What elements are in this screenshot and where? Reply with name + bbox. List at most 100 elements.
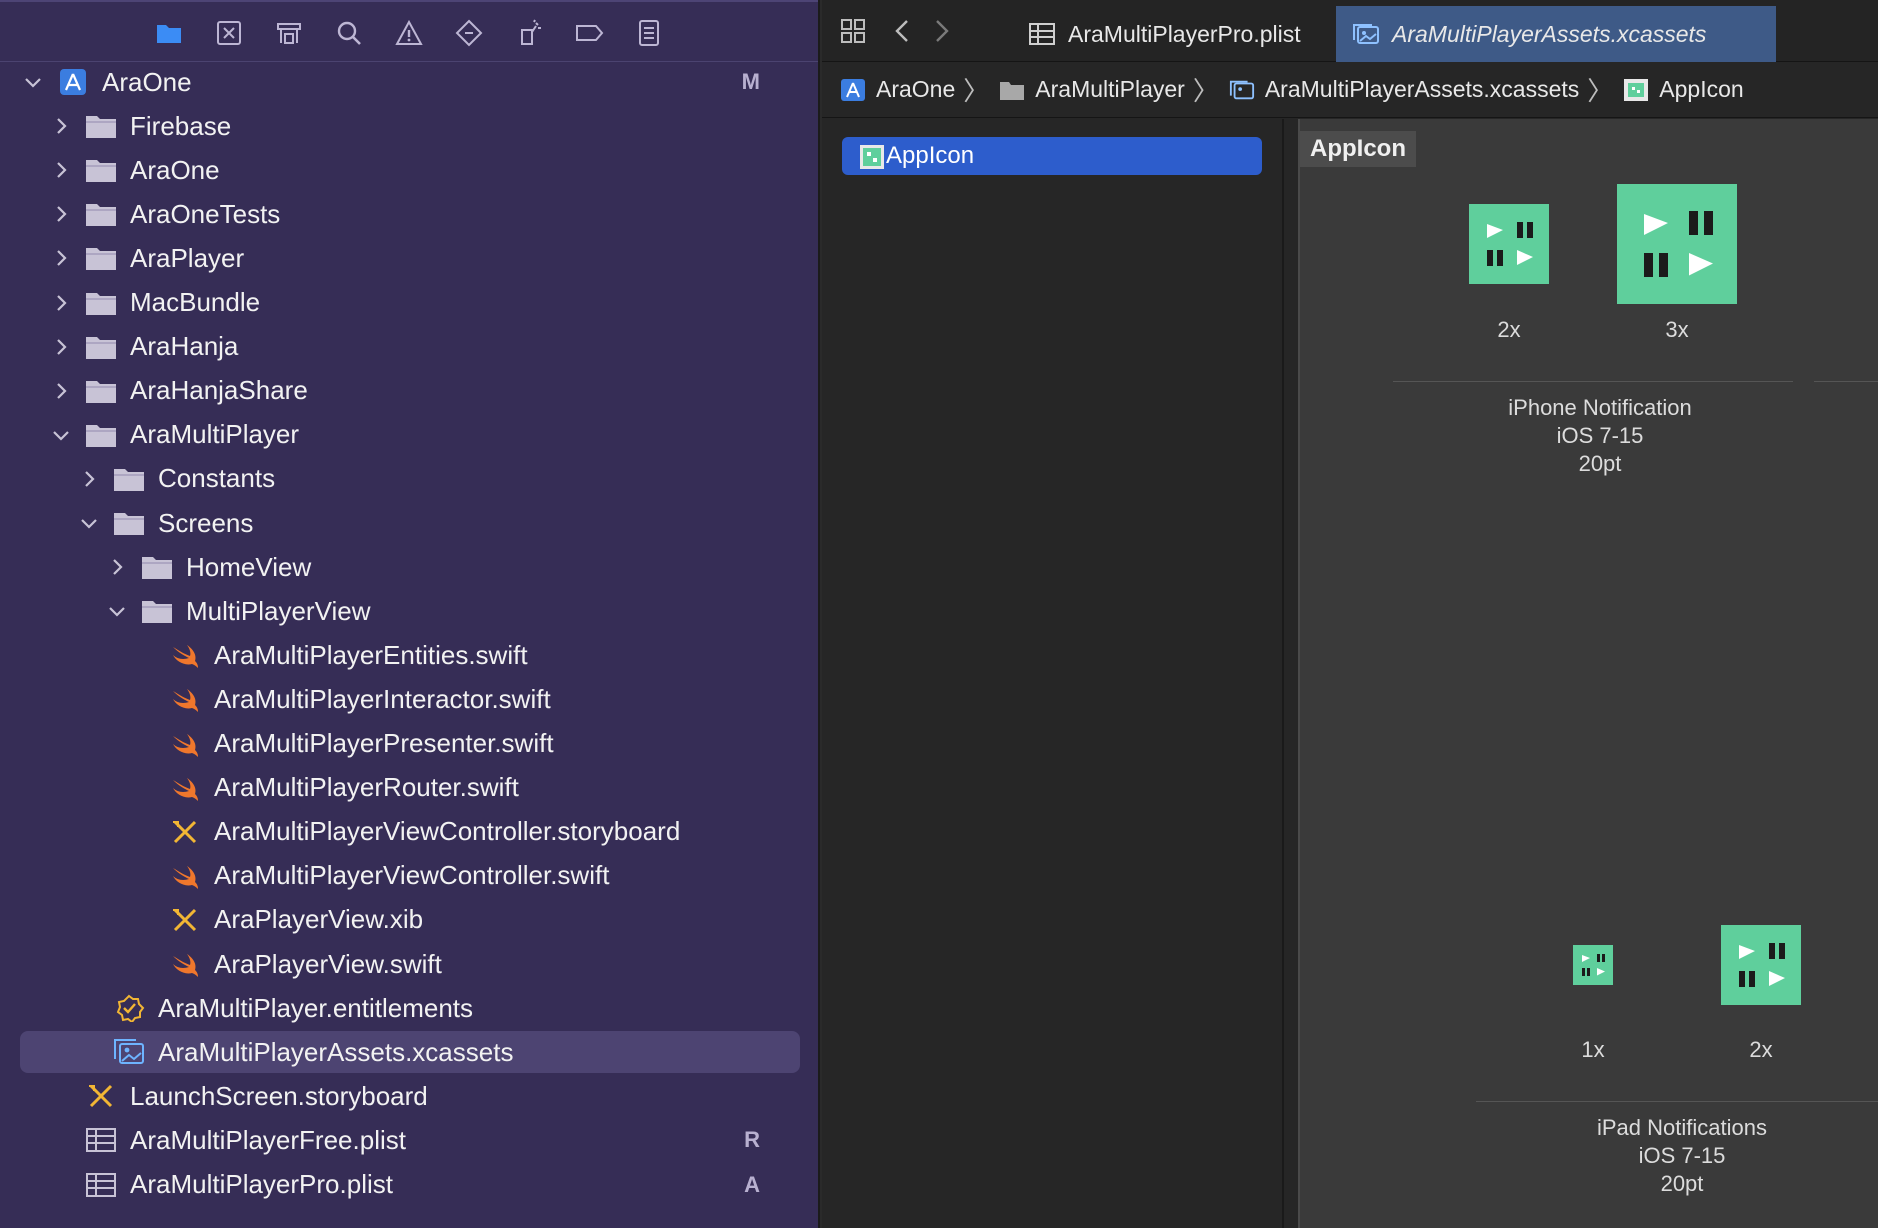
file-tree-row[interactable]: AraMultiPlayerAssets.xcassets: [20, 1031, 800, 1074]
grid-icon[interactable]: [838, 16, 868, 46]
file-tree-label: Screens: [158, 507, 254, 538]
chevron-right-icon[interactable]: [50, 247, 72, 269]
file-tree-label: AraMultiPlayerViewController.storyboard: [214, 816, 681, 847]
swift-icon: [168, 773, 202, 803]
file-tree-row[interactable]: HomeView: [106, 546, 311, 588]
breadcrumb-appicon[interactable]: AppIcon: [1623, 76, 1744, 103]
file-tree-row[interactable]: Constants: [78, 458, 275, 500]
file-tree-row[interactable]: AraMultiPlayer: [50, 414, 299, 456]
file-tree-row[interactable]: AraPlayerView.swift: [134, 943, 442, 985]
chevron-right-icon[interactable]: [50, 292, 72, 314]
chevron-right-icon[interactable]: [50, 159, 72, 181]
storyboard-icon: [84, 1081, 118, 1111]
chevron-right-icon[interactable]: [50, 203, 72, 225]
folder-icon[interactable]: [152, 16, 186, 50]
warning-icon[interactable]: [392, 16, 426, 50]
file-tree-row[interactable]: AraOne M: [22, 61, 800, 103]
chevron-right-icon[interactable]: [50, 336, 72, 358]
file-tree-label: Firebase: [130, 110, 232, 141]
file-tree-row[interactable]: AraOneTests: [50, 193, 280, 235]
plist-icon: [1029, 23, 1055, 45]
report-icon[interactable]: [632, 16, 666, 50]
folder-icon: [84, 155, 118, 185]
breadcrumb-separator: 〉: [1192, 76, 1219, 106]
breadcrumb-project[interactable]: AraOne: [840, 76, 955, 103]
icon-slot-ipad-1x[interactable]: [1573, 945, 1613, 985]
icon-slot-iphone-2x[interactable]: [1469, 204, 1549, 284]
folder-icon: [84, 376, 118, 406]
chevron-right-icon[interactable]: [78, 468, 100, 490]
appicon-icon: [1624, 78, 1649, 101]
group-divider: [1814, 381, 1878, 382]
tab-plist[interactable]: AraMultiPlayerPro.plist: [1012, 6, 1330, 62]
asset-item-label: AppIcon: [886, 142, 975, 169]
file-tree-row[interactable]: AraMultiPlayerInteractor.swift: [134, 678, 551, 720]
xcassets-icon: [1353, 24, 1379, 44]
swift-icon: [168, 861, 202, 891]
file-tree-row[interactable]: MacBundle: [50, 282, 260, 324]
file-tree-row[interactable]: Firebase: [50, 105, 231, 147]
file-tree-label: AraHanja: [130, 331, 239, 362]
file-tree-label: AraOneTests: [130, 198, 281, 229]
file-tree-row[interactable]: AraOne: [50, 149, 220, 191]
file-tree-row[interactable]: LaunchScreen.storyboard: [50, 1075, 428, 1117]
asset-item-appicon[interactable]: AppIcon: [842, 137, 1262, 175]
breakpoint-icon[interactable]: [572, 16, 606, 50]
chevron-right-icon[interactable]: [50, 380, 72, 402]
file-tree-row[interactable]: AraMultiPlayerViewController.storyboard: [134, 811, 680, 853]
test-icon[interactable]: [452, 16, 486, 50]
chevron-down-icon[interactable]: [50, 424, 72, 446]
file-tree-row[interactable]: AraHanja: [50, 326, 238, 368]
chevron-down-icon[interactable]: [78, 512, 100, 534]
search-icon[interactable]: [332, 16, 366, 50]
file-tree-row[interactable]: AraPlayerView.xib: [134, 899, 423, 941]
breadcrumb-label: AraMultiPlayerAssets.xcassets: [1264, 76, 1580, 102]
file-tree-label: AraMultiPlayerEntities.swift: [214, 639, 528, 670]
file-tree-label: Constants: [158, 463, 276, 494]
caption-device: iPad Notifications: [1597, 1115, 1767, 1140]
group-divider: [1393, 381, 1793, 382]
symbol-navigator-icon[interactable]: [272, 16, 306, 50]
debug-icon[interactable]: [512, 16, 546, 50]
file-tree-label: HomeView: [186, 551, 312, 582]
file-tree-row[interactable]: MultiPlayerView: [106, 590, 370, 632]
file-tree-row[interactable]: AraMultiPlayerViewController.swift: [134, 855, 609, 897]
file-tree-label: AraMultiPlayerPro.plist: [130, 1169, 393, 1199]
chevron-down-icon[interactable]: [22, 71, 44, 93]
file-tree-row[interactable]: AraPlayer: [50, 237, 244, 279]
breadcrumb-xcassets[interactable]: AraMultiPlayerAssets.xcassets: [1229, 76, 1579, 103]
icon-slot-iphone-3x[interactable]: [1617, 184, 1737, 304]
chevron-down-icon[interactable]: [106, 600, 128, 622]
file-tree-row[interactable]: AraHanjaShare: [50, 370, 308, 412]
file-tree-row[interactable]: AraMultiPlayerFree.plist R: [50, 1119, 800, 1161]
source-control-icon[interactable]: [212, 16, 246, 50]
icon-slot-ipad-2x[interactable]: [1721, 925, 1801, 1005]
file-tree-label: AraMultiPlayer.entitlements: [158, 992, 474, 1023]
file-tree-row[interactable]: AraMultiPlayerRouter.swift: [134, 767, 519, 809]
entitlements-icon: [112, 993, 146, 1023]
chevron-right-icon[interactable]: [106, 556, 128, 578]
chevron-right-icon[interactable]: [50, 115, 72, 137]
swift-icon: [168, 684, 202, 714]
back-chevron-icon[interactable]: [888, 16, 918, 46]
caption-size: 20pt: [1660, 1171, 1704, 1196]
folder-icon: [84, 332, 118, 362]
folder-icon: [84, 199, 118, 229]
file-tree-row[interactable]: AraMultiPlayerEntities.swift: [134, 634, 528, 676]
folder-icon: [140, 552, 174, 582]
tab-xcassets[interactable]: AraMultiPlayerAssets.xcassets: [1336, 6, 1776, 62]
forward-chevron-icon[interactable]: [926, 16, 956, 46]
breadcrumb-folder[interactable]: AraMultiPlayer: [999, 76, 1185, 103]
file-tree-row[interactable]: AraMultiPlayerPro.plist A: [50, 1164, 800, 1206]
folder-icon: [84, 288, 118, 318]
file-tree-row[interactable]: Screens: [78, 502, 253, 544]
breadcrumb-label: AraOne: [876, 76, 956, 102]
file-tree-row[interactable]: AraMultiPlayerPresenter.swift: [134, 723, 554, 765]
asset-title: AppIcon: [1300, 131, 1416, 167]
file-tree-row[interactable]: AraMultiPlayer.entitlements: [78, 987, 473, 1029]
